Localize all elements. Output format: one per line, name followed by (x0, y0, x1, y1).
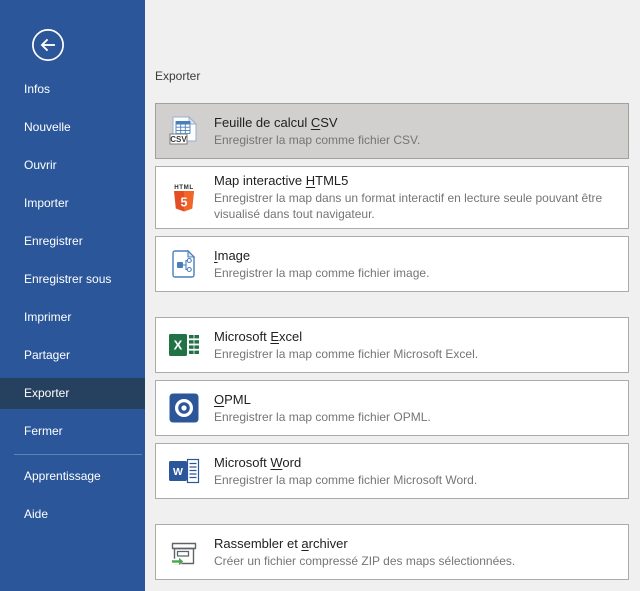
title-post: PML (224, 392, 251, 407)
title-accel: C (311, 115, 320, 130)
export-option-texts: Rassembler et archiver Créer un fichier … (214, 536, 618, 569)
export-option-csv[interactable]: CSV Feuille de calcul CSV Enregistrer la… (155, 103, 629, 159)
pack-and-go-icon (168, 536, 200, 568)
sidebar-item-enregistrer[interactable]: Enregistrer (0, 226, 145, 257)
export-option-title: Rassembler et archiver (214, 536, 618, 552)
export-option-image[interactable]: Image Enregistrer la map comme fichier i… (155, 236, 629, 292)
export-option-texts: Feuille de calcul CSV Enregistrer la map… (214, 115, 618, 148)
image-export-icon (168, 248, 200, 280)
export-option-title: Microsoft Excel (214, 329, 618, 345)
svg-text:5: 5 (181, 195, 188, 209)
export-option-title: Map interactive HTML5 (214, 173, 618, 189)
export-option-description: Créer un fichier compressé ZIP des maps … (214, 553, 618, 569)
excel-icon: X (168, 329, 200, 361)
export-option-description: Enregistrer la map dans un format intera… (214, 190, 618, 222)
export-options-list: CSV Feuille de calcul CSV Enregistrer la… (155, 103, 629, 580)
export-option-texts: Map interactive HTML5 Enregistrer la map… (214, 173, 618, 222)
title-pre: Microsoft (214, 329, 270, 344)
backstage-view: Infos Nouvelle Ouvrir Importer Enregistr… (0, 0, 640, 591)
title-accel: W (270, 455, 282, 470)
page-title: Exporter (155, 68, 640, 84)
svg-text:CSV: CSV (170, 135, 187, 144)
svg-text:W: W (173, 466, 183, 478)
sidebar-item-exporter[interactable]: Exporter (0, 378, 145, 409)
title-post: rchiver (309, 536, 348, 551)
title-accel: a (301, 536, 308, 551)
sidebar-item-fermer[interactable]: Fermer (0, 416, 145, 447)
export-option-texts: OPML Enregistrer la map comme fichier OP… (214, 392, 618, 425)
sidebar-item-imprimer[interactable]: Imprimer (0, 302, 145, 333)
title-post: TML5 (315, 173, 348, 188)
opml-icon (168, 392, 200, 424)
title-pre: Map interactive (214, 173, 306, 188)
sidebar-item-infos[interactable]: Infos (0, 74, 145, 105)
sidebar-item-importer[interactable]: Importer (0, 188, 145, 219)
sidebar-item-enregistrer-sous[interactable]: Enregistrer sous (0, 264, 145, 295)
export-option-title: Image (214, 248, 618, 264)
export-option-texts: Microsoft Word Enregistrer la map comme … (214, 455, 618, 488)
export-option-description: Enregistrer la map comme fichier Microso… (214, 346, 618, 362)
sidebar-separator (14, 454, 142, 455)
title-accel: H (306, 173, 315, 188)
back-arrow-icon (29, 26, 67, 64)
export-option-title: Feuille de calcul CSV (214, 115, 618, 131)
title-post: xcel (279, 329, 302, 344)
export-option-description: Enregistrer la map comme fichier image. (214, 265, 618, 281)
export-option-texts: Image Enregistrer la map comme fichier i… (214, 248, 618, 281)
sidebar-item-nouvelle[interactable]: Nouvelle (0, 112, 145, 143)
back-button[interactable] (29, 26, 67, 64)
export-option-description: Enregistrer la map comme fichier OPML. (214, 409, 618, 425)
title-pre: Feuille de calcul (214, 115, 311, 130)
export-option-texts: Microsoft Excel Enregistrer la map comme… (214, 329, 618, 362)
export-option-opml[interactable]: OPML Enregistrer la map comme fichier OP… (155, 380, 629, 436)
sidebar-item-aide[interactable]: Aide (0, 499, 145, 530)
title-pre: Microsoft (214, 455, 270, 470)
html5-icon: HTML 5 (168, 182, 200, 214)
export-option-word[interactable]: W Microsoft Word Enregistrer la map comm… (155, 443, 629, 499)
word-icon: W (168, 455, 200, 487)
title-pre: Rassembler et (214, 536, 301, 551)
sidebar-item-apprentissage[interactable]: Apprentissage (0, 461, 145, 492)
svg-text:HTML: HTML (174, 184, 194, 191)
sidebar-item-partager[interactable]: Partager (0, 340, 145, 371)
sidebar: Infos Nouvelle Ouvrir Importer Enregistr… (0, 0, 145, 591)
export-page: Exporter CSV Feuille de calcul (145, 0, 640, 591)
title-accel: E (270, 329, 279, 344)
export-option-pack-and-go[interactable]: Rassembler et archiver Créer un fichier … (155, 524, 629, 580)
export-option-title: Microsoft Word (214, 455, 618, 471)
title-post: mage (218, 248, 251, 263)
title-accel: O (214, 392, 224, 407)
title-post: ord (282, 455, 301, 470)
csv-spreadsheet-icon: CSV (168, 115, 200, 147)
export-option-excel[interactable]: X Microsoft Excel Enregistrer la map com… (155, 317, 629, 373)
title-post: SV (320, 115, 337, 130)
export-option-title: OPML (214, 392, 618, 408)
sidebar-item-ouvrir[interactable]: Ouvrir (0, 150, 145, 181)
export-option-description: Enregistrer la map comme fichier CSV. (214, 132, 618, 148)
export-option-description: Enregistrer la map comme fichier Microso… (214, 472, 618, 488)
svg-text:X: X (174, 338, 183, 353)
export-option-html5[interactable]: HTML 5 Map interactive HTML5 Enregistrer… (155, 166, 629, 229)
